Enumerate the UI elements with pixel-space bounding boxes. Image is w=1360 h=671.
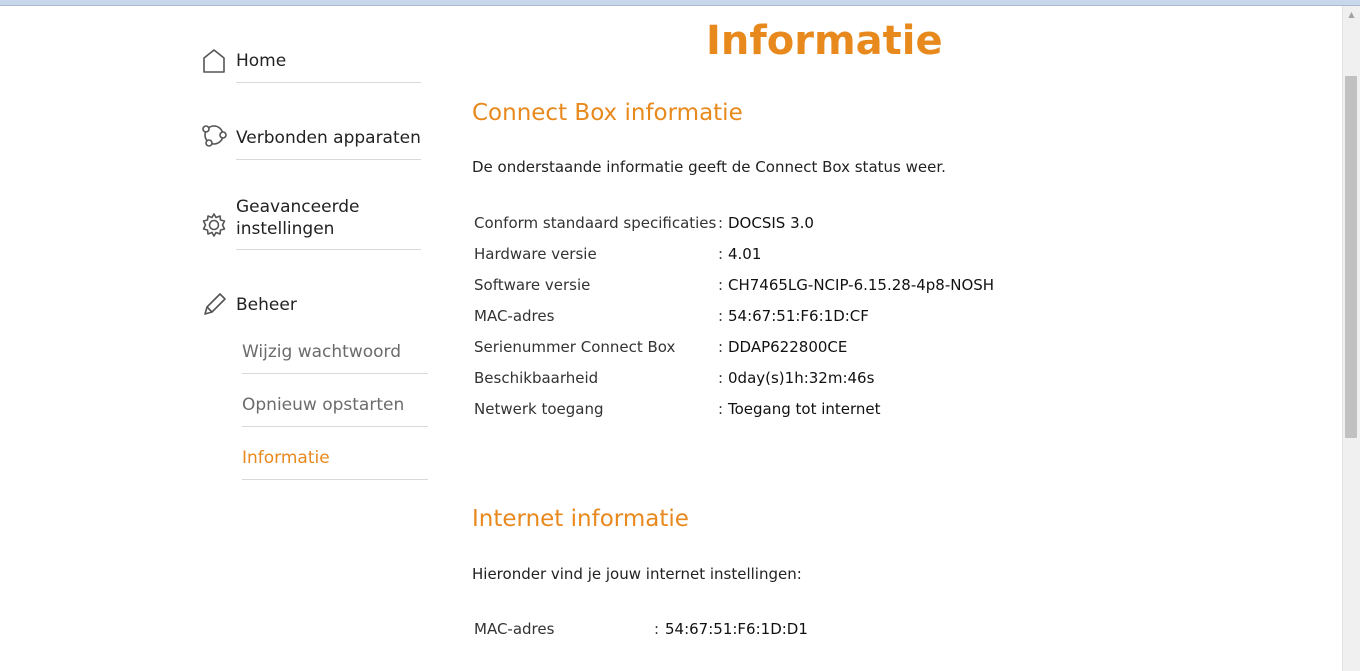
info-key: Hardware versie <box>474 245 597 263</box>
info-value: Toegang tot internet <box>728 400 881 418</box>
sidebar-item-label: Beheer <box>236 295 297 315</box>
sidebar-item-label: Home <box>236 51 287 71</box>
sidebar-item-geavanceerde-instellingen[interactable]: Geavanceerde instellingen <box>200 194 422 250</box>
divider <box>242 373 428 374</box>
divider <box>236 249 421 250</box>
sidebar-item-informatie[interactable]: Informatie <box>242 446 428 480</box>
scroll-up-arrow-icon[interactable]: ▲ <box>1343 6 1360 23</box>
devices-icon <box>200 121 228 149</box>
info-value: 4.01 <box>728 245 762 263</box>
pencil-icon <box>200 290 228 318</box>
info-separator: : <box>718 276 724 294</box>
info-value: 54:67:51:F6:1D:D1 <box>665 620 808 638</box>
home-icon <box>200 46 228 74</box>
page-title: Informatie <box>706 18 943 64</box>
info-separator: : <box>718 214 724 232</box>
info-key: Beschikbaarheid <box>474 369 599 387</box>
sidebar-item-label: Informatie <box>242 448 330 468</box>
info-key: Netwerk toegang <box>474 400 604 418</box>
info-separator: : <box>654 620 660 638</box>
info-separator: : <box>718 245 724 263</box>
info-value: 54:67:51:F6:1D:CF <box>728 307 869 325</box>
info-key: Software versie <box>474 276 591 294</box>
section-title-internet: Internet informatie <box>472 506 689 532</box>
sidebar-item-verbonden-apparaten[interactable]: Verbonden apparaten <box>200 119 422 161</box>
sidebar-item-home[interactable]: Home <box>200 42 422 84</box>
info-value: CH7465LG-NCIP-6.15.28-4p8-NOSH <box>728 276 995 294</box>
sidebar-item-label: Wijzig wachtwoord <box>242 342 402 362</box>
divider <box>242 426 428 427</box>
section-intro: De onderstaande informatie geeft de Conn… <box>472 158 946 176</box>
sidebar-item-label: Opnieuw opstarten <box>242 395 405 415</box>
sidebar-item-beheer[interactable]: Beheer <box>200 288 422 322</box>
info-value: DOCSIS 3.0 <box>728 214 814 232</box>
info-key: Conform standaard specificaties <box>474 214 717 232</box>
info-value: 0day(s)1h:32m:46s <box>728 369 875 387</box>
info-separator: : <box>718 369 724 387</box>
section-title-connect-box: Connect Box informatie <box>472 100 743 126</box>
scrollbar-thumb[interactable] <box>1345 76 1357 438</box>
info-separator: : <box>718 338 724 356</box>
info-separator: : <box>718 400 724 418</box>
divider <box>242 479 428 480</box>
info-key: Serienummer Connect Box <box>474 338 676 356</box>
divider <box>236 159 421 160</box>
divider <box>236 82 421 83</box>
info-key: MAC-adres <box>474 620 555 638</box>
info-key: MAC-adres <box>474 307 555 325</box>
vertical-scrollbar[interactable]: ▲ <box>1342 6 1360 671</box>
info-separator: : <box>718 307 724 325</box>
section-intro: Hieronder vind je jouw internet instelli… <box>472 565 802 583</box>
sidebar-item-wijzig-wachtwoord[interactable]: Wijzig wachtwoord <box>242 340 428 374</box>
gear-icon <box>200 211 228 239</box>
info-value: DDAP622800CE <box>728 338 848 356</box>
sidebar-item-label: Verbonden apparaten <box>236 128 421 148</box>
browser-top-edge <box>0 0 1360 6</box>
sidebar-item-opnieuw-opstarten[interactable]: Opnieuw opstarten <box>242 393 428 427</box>
sidebar-item-label: Geavanceerde instellingen <box>236 197 360 239</box>
